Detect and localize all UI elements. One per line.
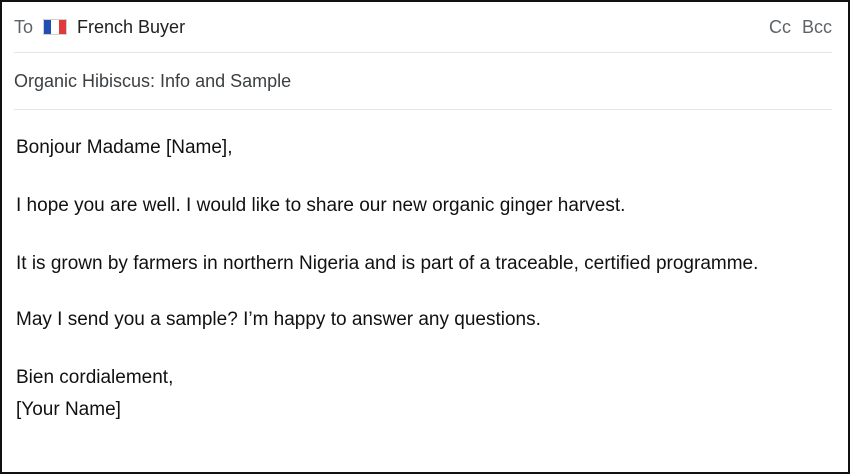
compose-window: To French Buyer Cc Bcc Organic Hibiscus:… — [0, 0, 850, 474]
body-signature: [Your Name] — [16, 399, 121, 420]
to-field-row[interactable]: To French Buyer Cc Bcc — [14, 2, 832, 53]
body-greeting: Bonjour Madame [Name], — [16, 137, 233, 158]
body-paragraph-3: May I send you a sample? I’m happy to an… — [16, 309, 541, 330]
subject-text: Organic Hibiscus: Info and Sample — [14, 70, 292, 91]
bcc-button[interactable]: Bcc — [802, 17, 832, 37]
body-closing: Bien cordialement, — [16, 367, 174, 388]
body-paragraph-1: I hope you are well. I would like to sha… — [16, 195, 626, 216]
france-flag-icon — [43, 19, 68, 35]
to-label: To — [14, 16, 34, 37]
body-paragraph-2: It is grown by farmers in northern Niger… — [16, 253, 759, 274]
cc-button[interactable]: Cc — [769, 17, 791, 37]
message-body[interactable]: Bonjour Madame [Name], I hope you are we… — [16, 132, 832, 426]
subject-field[interactable]: Organic Hibiscus: Info and Sample — [14, 53, 832, 110]
recipient-chip[interactable]: French Buyer — [77, 17, 185, 38]
cc-bcc-group: Cc Bcc — [769, 17, 832, 38]
